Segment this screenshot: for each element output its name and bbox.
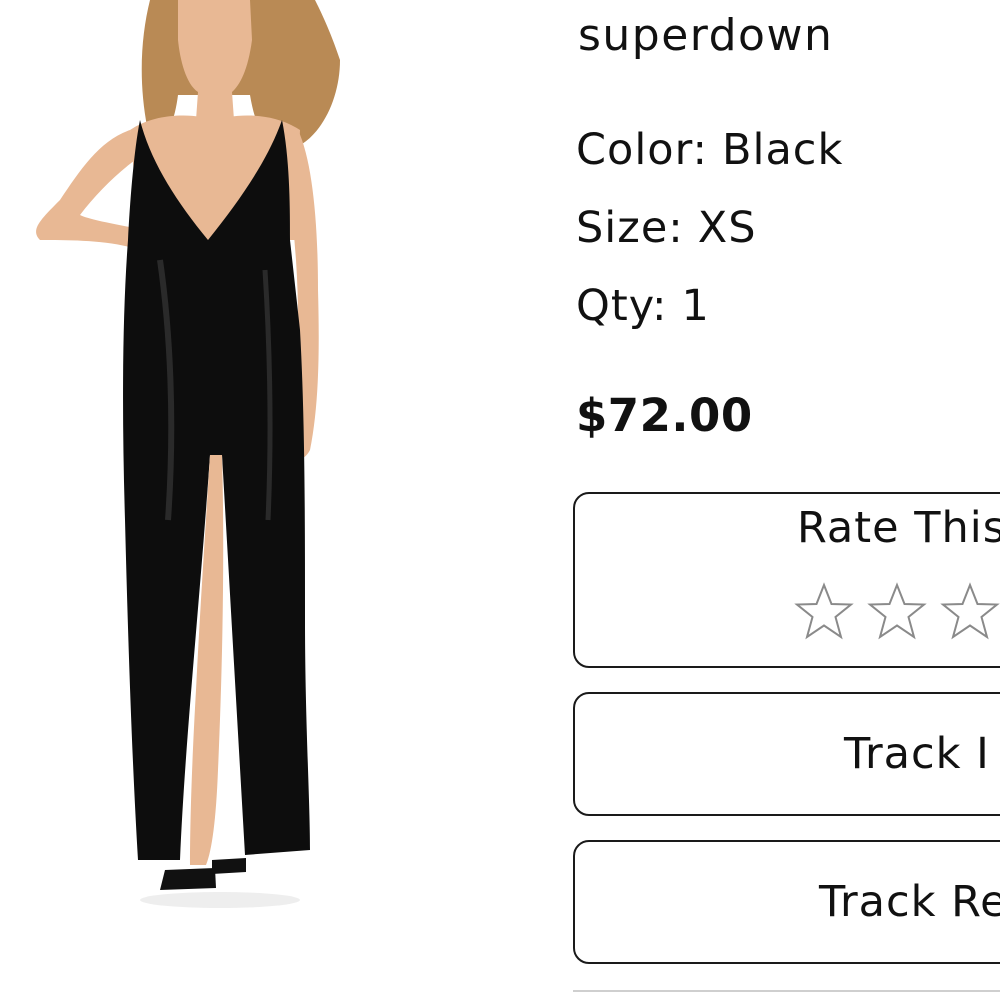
shoe-right: [212, 858, 246, 874]
rate-this-card: Rate This: [573, 492, 1000, 668]
size-label: Size:: [576, 203, 684, 253]
track-return-label: Track Re: [819, 877, 1000, 927]
divider: [573, 990, 1000, 992]
star-1-icon[interactable]: [793, 582, 855, 644]
color-label: Color:: [576, 125, 708, 175]
shoe-left: [160, 868, 216, 890]
star-3-icon[interactable]: [939, 582, 1000, 644]
face-shape: [178, 0, 252, 120]
star-2-icon[interactable]: [866, 582, 928, 644]
track-item-button[interactable]: Track I: [573, 692, 1000, 816]
dress-photo: [36, 0, 340, 908]
track-item-label: Track I: [844, 729, 990, 779]
qty-label: Qty:: [576, 281, 668, 331]
track-return-button[interactable]: Track Re: [573, 840, 1000, 964]
color-row: Color: Black: [576, 124, 843, 176]
star-rating[interactable]: [793, 582, 1000, 646]
size-value: XS: [697, 203, 757, 253]
floor-shadow: [140, 892, 300, 908]
qty-row: Qty: 1: [576, 280, 710, 332]
product-image[interactable]: [0, 0, 380, 915]
qty-value: 1: [681, 281, 710, 331]
price: $72.00: [576, 389, 753, 442]
product-details: superdown Color: Black Size: XS Qty: 1 $72.…: [573, 0, 1000, 1000]
rate-this-label: Rate This: [797, 503, 1000, 553]
size-row: Size: XS: [576, 202, 757, 254]
color-value: Black: [722, 125, 844, 175]
brand-name[interactable]: superdown: [578, 8, 833, 64]
order-item-page: superdown Color: Black Size: XS Qty: 1 $72.…: [0, 0, 1000, 1000]
